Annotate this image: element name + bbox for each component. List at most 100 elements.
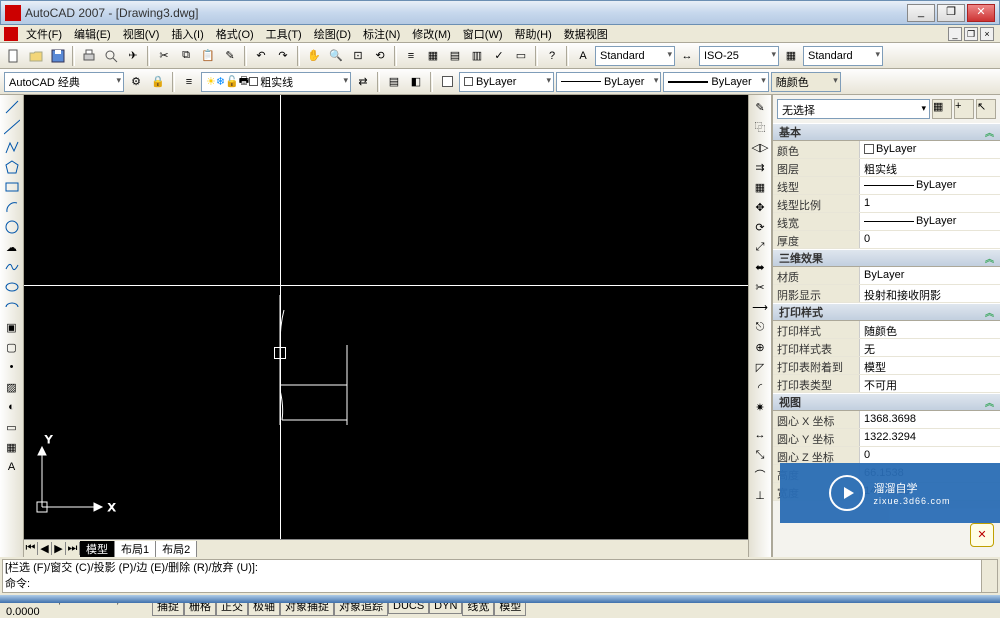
prop-ptable-value[interactable]: 无 (859, 339, 1000, 356)
prop-cy-value[interactable]: 1322.3294 (859, 429, 1000, 446)
zoom-window-button[interactable]: ⊡ (348, 46, 368, 66)
color-icon[interactable] (437, 72, 457, 92)
undo-button[interactable]: ↶ (251, 46, 271, 66)
menu-edit[interactable]: 编辑(E) (68, 25, 117, 43)
chamfer-tool[interactable]: ◸ (749, 357, 771, 377)
prop-lweight-value[interactable]: ByLayer (859, 213, 1000, 230)
doc-close-button[interactable]: × (980, 27, 994, 41)
prop-layer-value[interactable]: 粗实线 (859, 159, 1000, 176)
join-tool[interactable]: ⊕ (749, 337, 771, 357)
tablestyle-combo[interactable]: Standard (803, 46, 883, 66)
polygon-tool[interactable] (1, 157, 23, 177)
prop-color-value[interactable]: ByLayer (859, 141, 1000, 158)
layer-states-button[interactable]: ▤ (384, 72, 404, 92)
spline-tool[interactable] (1, 257, 23, 277)
dim-aligned-tool[interactable]: ⤡ (749, 445, 771, 465)
array-tool[interactable]: ▦ (749, 177, 771, 197)
prop-pstyle-value[interactable]: 随颜色 (859, 321, 1000, 338)
revcloud-tool[interactable]: ☁ (1, 237, 23, 257)
ellipse-tool[interactable] (1, 277, 23, 297)
sheetset-button[interactable]: ▥ (467, 46, 487, 66)
close-button[interactable]: ✕ (967, 4, 995, 22)
fillet-tool[interactable]: ◜ (749, 377, 771, 397)
rotate-tool[interactable]: ⟳ (749, 217, 771, 237)
make-block-tool[interactable]: ▢ (1, 337, 23, 357)
doc-minimize-button[interactable]: _ (948, 27, 962, 41)
quickselect-button[interactable]: ▦ (932, 99, 952, 119)
region-tool[interactable]: ▭ (1, 417, 23, 437)
tab-first-button[interactable]: ⏮ (24, 542, 38, 555)
textstyle-icon[interactable]: A (573, 46, 593, 66)
section-3deffect[interactable]: 三维效果 (773, 249, 1000, 267)
lineweight-combo[interactable]: ByLayer (663, 72, 768, 92)
extend-tool[interactable]: ⟶ (749, 297, 771, 317)
preview-button[interactable] (101, 46, 121, 66)
tab-next-button[interactable]: ▶ (52, 542, 66, 555)
circle-tool[interactable] (1, 217, 23, 237)
zoom-button[interactable]: 🔍 (326, 46, 346, 66)
explode-tool[interactable]: ✷ (749, 397, 771, 417)
dim-linear-tool[interactable]: ↔ (749, 425, 771, 445)
tab-model[interactable]: 模型 (80, 541, 115, 557)
publish-button[interactable]: ✈ (123, 46, 143, 66)
menu-file[interactable]: 文件(F) (20, 25, 68, 43)
dim-arc-tool[interactable]: ⌒ (749, 465, 771, 485)
dimstyle-icon[interactable]: ↔ (677, 46, 697, 66)
xline-tool[interactable] (1, 117, 23, 137)
gradient-tool[interactable]: ◐ (1, 397, 23, 417)
table-tool[interactable]: ▦ (1, 437, 23, 457)
menu-modify[interactable]: 修改(M) (406, 25, 457, 43)
prop-cz-value[interactable]: 0 (859, 447, 1000, 464)
plotstyle-combo[interactable]: 随颜色 (771, 72, 841, 92)
doc-restore-button[interactable]: ❐ (964, 27, 978, 41)
toolpalettes-button[interactable]: ▤ (445, 46, 465, 66)
offset-tool[interactable]: ⇉ (749, 157, 771, 177)
copy-tool[interactable]: ⿻ (749, 117, 771, 137)
markup-button[interactable]: ✓ (489, 46, 509, 66)
scale-tool[interactable]: ⤢ (749, 237, 771, 257)
point-tool[interactable]: • (1, 357, 23, 377)
save-button[interactable] (48, 46, 68, 66)
open-button[interactable] (26, 46, 46, 66)
tablestyle-icon[interactable]: ▦ (781, 46, 801, 66)
insert-block-tool[interactable]: ▣ (1, 317, 23, 337)
matchprop-button[interactable]: ✎ (220, 46, 240, 66)
textstyle-combo[interactable]: Standard (595, 46, 675, 66)
layer-props-button[interactable]: ≡ (179, 72, 199, 92)
prop-material-value[interactable]: ByLayer (859, 267, 1000, 284)
section-plot[interactable]: 打印样式 (773, 303, 1000, 321)
dimstyle-combo[interactable]: ISO-25 (699, 46, 779, 66)
prop-thick-value[interactable]: 0 (859, 231, 1000, 248)
new-button[interactable] (4, 46, 24, 66)
section-view[interactable]: 视图 (773, 393, 1000, 411)
prop-shadow-value[interactable]: 投射和接收阴影 (859, 285, 1000, 302)
workspace-settings-button[interactable]: ⚙ (126, 72, 146, 92)
move-tool[interactable]: ✥ (749, 197, 771, 217)
layer-combo[interactable]: ☀❄🔓🖶 粗实线 (201, 72, 351, 92)
minimize-button[interactable]: _ (907, 4, 935, 22)
tab-layout1[interactable]: 布局1 (115, 541, 156, 557)
layer-prev-button[interactable]: ⇄ (353, 72, 373, 92)
mtext-tool[interactable]: A (1, 457, 23, 477)
mirror-tool[interactable]: ◁▷ (749, 137, 771, 157)
drawing-canvas[interactable]: X Y (24, 95, 748, 539)
redo-button[interactable]: ↷ (273, 46, 293, 66)
prop-ptype-value[interactable]: 不可用 (859, 375, 1000, 392)
pan-button[interactable]: ✋ (304, 46, 324, 66)
prop-ltscale-value[interactable]: 1 (859, 195, 1000, 212)
line-tool[interactable] (1, 97, 23, 117)
zoom-prev-button[interactable]: ⟲ (370, 46, 390, 66)
menu-tools[interactable]: 工具(T) (260, 25, 308, 43)
prop-pattach-value[interactable]: 模型 (859, 357, 1000, 374)
menu-draw[interactable]: 绘图(D) (308, 25, 357, 43)
cut-button[interactable]: ✂ (154, 46, 174, 66)
paste-button[interactable]: 📋 (198, 46, 218, 66)
command-window[interactable]: [栏选 (F)/窗交 (C)/投影 (P)/边 (E)/删除 (R)/放弃 (U… (2, 559, 998, 593)
erase-tool[interactable]: ✎ (749, 97, 771, 117)
layer-iso-button[interactable]: ◧ (406, 72, 426, 92)
stretch-tool[interactable]: ⬌ (749, 257, 771, 277)
rectangle-tool[interactable] (1, 177, 23, 197)
hatch-tool[interactable]: ▨ (1, 377, 23, 397)
trim-tool[interactable]: ✂ (749, 277, 771, 297)
menu-window[interactable]: 窗口(W) (457, 25, 509, 43)
